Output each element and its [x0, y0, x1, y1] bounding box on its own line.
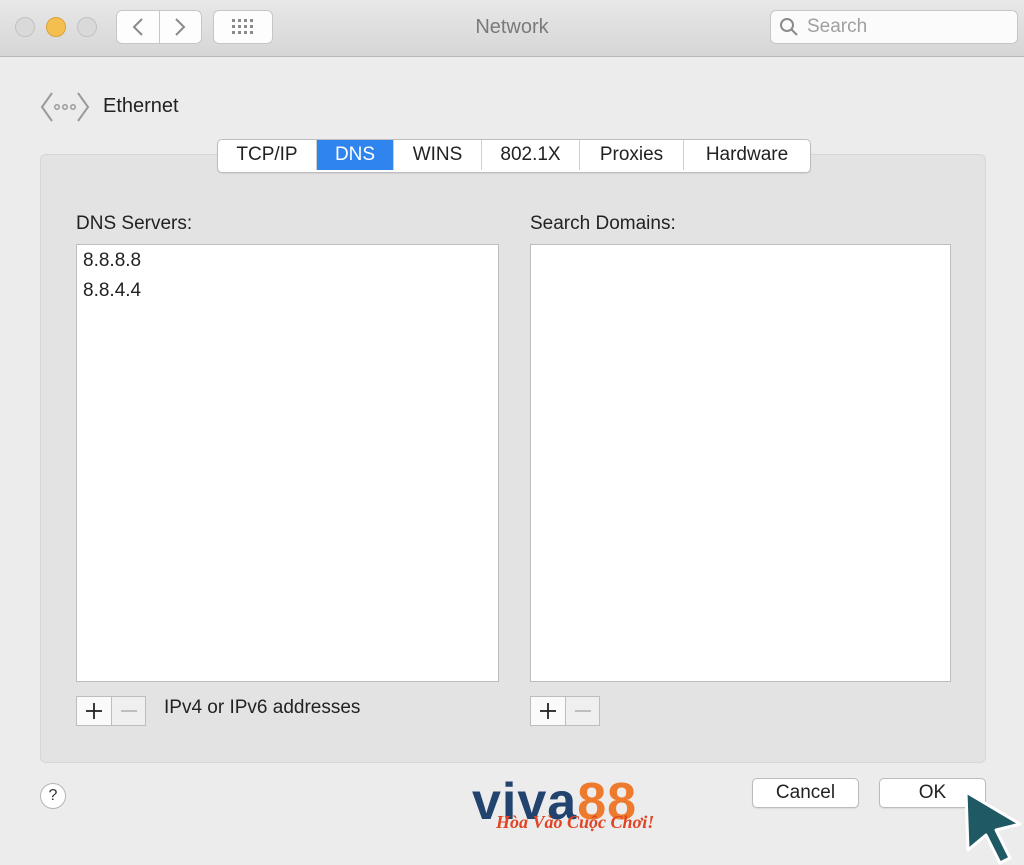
pointer-cursor-icon — [964, 790, 1022, 865]
watermark-slogan: Hòa Vào Cuộc Chơi! — [496, 812, 655, 832]
tab-hardware[interactable]: Hardware — [684, 140, 810, 170]
domain-add-remove-group — [530, 696, 600, 726]
interface-name: Ethernet — [103, 95, 179, 117]
plus-icon — [540, 703, 556, 719]
dns-servers-list[interactable]: 8.8.8.8 8.8.4.4 — [76, 244, 499, 682]
search-domains-list[interactable] — [530, 244, 951, 682]
dns-servers-label: DNS Servers: — [76, 213, 193, 234]
search-input[interactable] — [807, 16, 1007, 38]
title-bar: Network — [0, 0, 1024, 57]
plus-icon — [86, 703, 102, 719]
search-field[interactable] — [770, 10, 1018, 44]
remove-search-domain-button[interactable] — [565, 697, 599, 725]
minus-icon — [120, 710, 137, 712]
search-icon — [771, 11, 807, 43]
search-domains-label: Search Domains: — [530, 213, 676, 234]
tab-proxies[interactable]: Proxies — [580, 140, 684, 170]
cancel-button[interactable]: Cancel — [752, 778, 859, 808]
add-dns-server-button[interactable] — [77, 697, 111, 725]
list-item[interactable]: 8.8.8.8 — [77, 246, 498, 276]
dns-add-remove-group — [76, 696, 146, 726]
ethernet-icon — [40, 92, 90, 122]
tab-bar: TCP/IP DNS WINS 802.1X Proxies Hardware — [217, 139, 811, 173]
tab-dns[interactable]: DNS — [317, 140, 394, 170]
minus-icon — [574, 710, 591, 712]
tab-8021x[interactable]: 802.1X — [482, 140, 580, 170]
remove-dns-server-button[interactable] — [111, 697, 145, 725]
tab-tcpip[interactable]: TCP/IP — [218, 140, 317, 170]
dns-hint-text: IPv4 or IPv6 addresses — [164, 697, 361, 718]
tab-wins[interactable]: WINS — [394, 140, 482, 170]
list-item[interactable]: 8.8.4.4 — [77, 276, 498, 306]
help-button[interactable]: ? — [40, 783, 66, 809]
add-search-domain-button[interactable] — [531, 697, 565, 725]
